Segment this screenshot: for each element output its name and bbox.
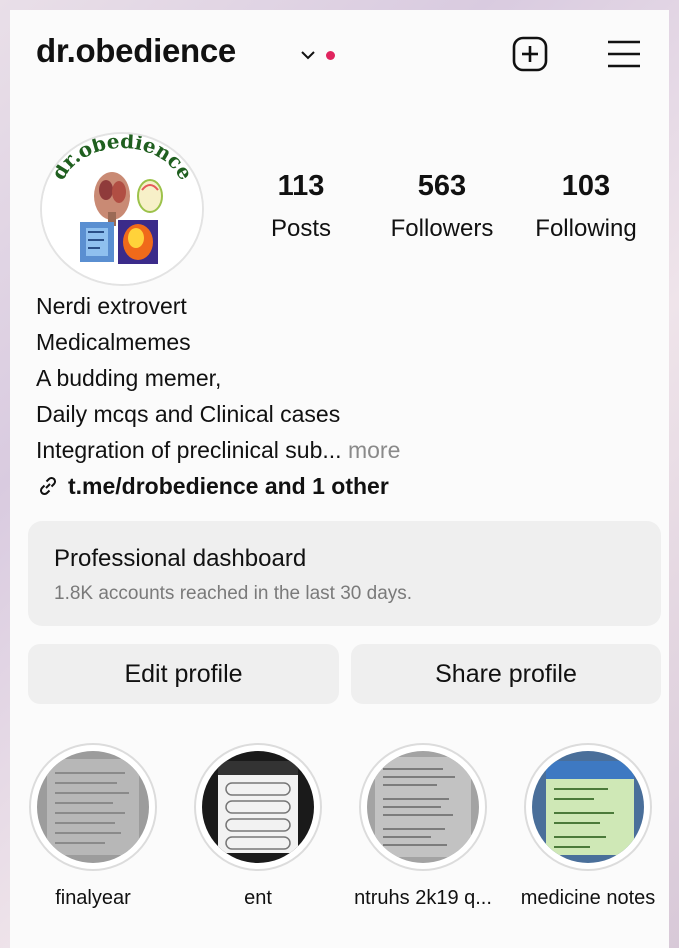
followers-label: Followers bbox=[390, 215, 494, 242]
highlight-item[interactable]: finalyear bbox=[18, 743, 168, 910]
highlight-ring bbox=[29, 743, 157, 871]
following-stat[interactable]: 103 Following bbox=[526, 170, 646, 243]
highlight-cover bbox=[367, 751, 479, 863]
bio-line: A budding memer, bbox=[36, 365, 222, 391]
bio-link[interactable]: t.me/drobedience and 1 other bbox=[36, 468, 646, 504]
highlight-ring bbox=[359, 743, 487, 871]
bio-more-link[interactable]: more bbox=[342, 437, 400, 463]
bio-line: Integration of preclinical sub... bbox=[36, 437, 342, 463]
highlight-label: ent bbox=[244, 887, 272, 909]
highlight-item[interactable]: medicine notes bbox=[513, 743, 663, 910]
profile-screen: dr.obedience dr.obedience 113 Posts 563 … bbox=[10, 10, 669, 948]
bio-line: Medicalmemes bbox=[36, 329, 191, 355]
bio-line-truncated: Integration of preclinical sub... more bbox=[36, 432, 646, 468]
posts-count: 113 bbox=[277, 170, 325, 202]
professional-dashboard[interactable]: Professional dashboard 1.8K accounts rea… bbox=[28, 521, 661, 626]
highlight-cover bbox=[532, 751, 644, 863]
posts-label: Posts bbox=[270, 215, 332, 242]
chevron-down-icon[interactable] bbox=[300, 48, 316, 62]
share-profile-button[interactable]: Share profile bbox=[351, 644, 661, 704]
hamburger-menu-icon[interactable] bbox=[606, 38, 642, 70]
highlight-cover bbox=[202, 751, 314, 863]
followers-stat[interactable]: 563 Followers bbox=[384, 170, 500, 243]
username-switcher[interactable]: dr.obedience bbox=[36, 32, 236, 70]
followers-count: 563 bbox=[417, 170, 467, 202]
highlight-item[interactable]: ent bbox=[183, 743, 333, 910]
dashboard-subtitle: 1.8K accounts reached in the last 30 day… bbox=[54, 583, 413, 604]
profile-bio: Nerdi extrovert Medicalmemes A budding m… bbox=[36, 288, 646, 504]
highlight-label: medicine notes bbox=[520, 887, 656, 909]
edit-profile-button[interactable]: Edit profile bbox=[28, 644, 339, 704]
following-count: 103 bbox=[561, 170, 611, 202]
plus-square-icon[interactable] bbox=[512, 36, 548, 72]
posts-stat[interactable]: 113 Posts bbox=[262, 170, 340, 243]
notification-dot bbox=[326, 51, 335, 60]
highlight-ring bbox=[194, 743, 322, 871]
following-label: Following bbox=[535, 215, 637, 242]
dashboard-title: Professional dashboard bbox=[54, 545, 307, 572]
highlight-item[interactable]: ntruhs 2k19 q... bbox=[348, 743, 498, 910]
profile-header: dr.obedience bbox=[10, 10, 669, 100]
link-icon bbox=[39, 476, 57, 496]
highlight-cover bbox=[37, 751, 149, 863]
highlight-ring bbox=[524, 743, 652, 871]
bio-line: Nerdi extrovert bbox=[36, 293, 187, 319]
highlight-label: finalyear bbox=[55, 887, 131, 909]
avatar-logo: dr.obedience bbox=[42, 134, 202, 284]
bio-link-text[interactable]: t.me/drobedience and 1 other bbox=[68, 468, 389, 504]
avatar[interactable]: dr.obedience bbox=[40, 132, 204, 286]
bio-line: Daily mcqs and Clinical cases bbox=[36, 401, 341, 427]
highlight-label: ntruhs 2k19 q... bbox=[354, 887, 492, 909]
